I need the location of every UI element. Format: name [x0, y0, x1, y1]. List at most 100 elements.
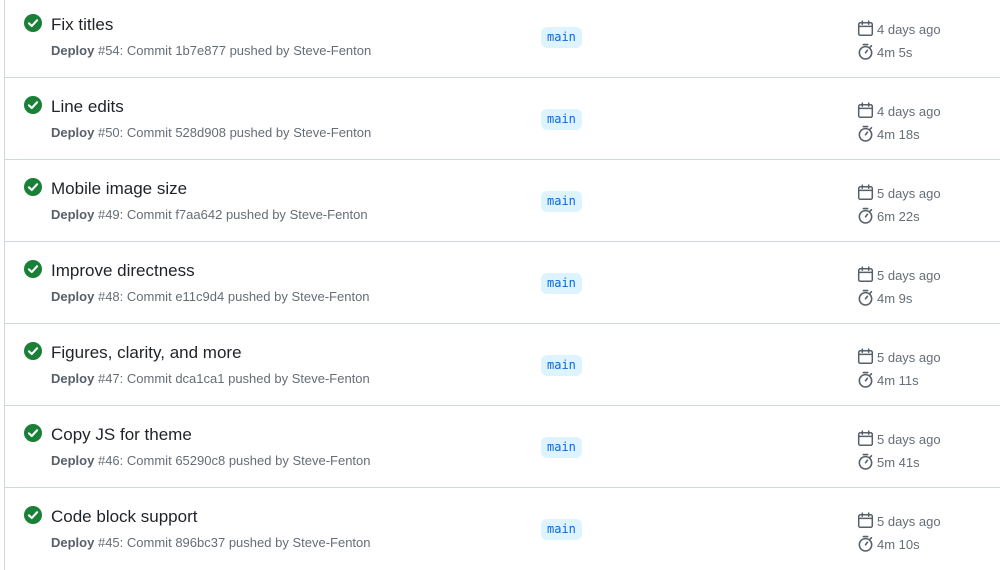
workflow-name: Deploy: [51, 371, 95, 386]
pushed-by-label: pushed by: [227, 289, 288, 304]
run-duration: 4m 10s: [857, 535, 920, 552]
run-duration-text: 4m 10s: [877, 537, 920, 552]
run-title-link[interactable]: Improve directness: [51, 261, 195, 281]
run-number: #47: [97, 371, 120, 386]
stopwatch-icon: [858, 371, 873, 388]
workflow-name: Deploy: [51, 125, 95, 140]
calendar-icon: [857, 512, 874, 529]
branch-badge[interactable]: main: [541, 519, 582, 540]
calendar-icon: [857, 430, 874, 447]
check-circle-fill-icon: [24, 342, 42, 360]
run-title-link[interactable]: Line edits: [51, 97, 124, 117]
run-number: #48: [97, 289, 120, 304]
run-duration: 4m 11s: [857, 371, 919, 388]
run-meta: Deploy #47: Commit dca1ca1 pushed by Ste…: [51, 371, 370, 386]
run-duration-text: 4m 18s: [877, 127, 920, 142]
check-circle-fill-icon: [24, 424, 42, 442]
stopwatch-icon: [858, 207, 873, 224]
calendar-icon: [857, 266, 874, 283]
run-date: 5 days ago: [857, 348, 941, 365]
run-title-link[interactable]: Mobile image size: [51, 179, 187, 199]
workflow-run-row[interactable]: Code block support Deploy #45: Commit 89…: [5, 488, 1000, 570]
run-number: #50: [97, 125, 120, 140]
author-link[interactable]: Steve-Fenton: [292, 453, 370, 468]
author-link[interactable]: Steve-Fenton: [292, 535, 370, 550]
run-date-text: 5 days ago: [877, 432, 941, 447]
author-link[interactable]: Steve-Fenton: [292, 371, 370, 386]
run-title-link[interactable]: Figures, clarity, and more: [51, 343, 242, 363]
pushed-by-label: pushed by: [229, 43, 290, 58]
check-circle-fill-icon: [24, 506, 42, 524]
run-number: #46: [97, 453, 120, 468]
run-date-text: 5 days ago: [877, 186, 941, 201]
run-date-text: 4 days ago: [877, 22, 941, 37]
run-title-link[interactable]: Fix titles: [51, 15, 113, 35]
run-duration-text: 4m 9s: [877, 291, 913, 306]
commit-sha[interactable]: f7aa642: [175, 207, 222, 222]
author-link[interactable]: Steve-Fenton: [291, 289, 369, 304]
run-duration: 4m 9s: [857, 289, 912, 306]
run-date-text: 5 days ago: [877, 514, 941, 529]
workflow-name: Deploy: [51, 43, 95, 58]
branch-badge[interactable]: main: [541, 109, 582, 130]
branch-badge[interactable]: main: [541, 437, 582, 458]
workflow-run-row[interactable]: Figures, clarity, and more Deploy #47: C…: [5, 324, 1000, 406]
pushed-by-label: pushed by: [229, 125, 290, 140]
commit-label: Commit: [126, 43, 172, 58]
workflow-run-row[interactable]: Improve directness Deploy #48: Commit e1…: [5, 242, 1000, 324]
commit-label: Commit: [126, 289, 172, 304]
calendar-icon: [857, 348, 874, 365]
workflow-run-row[interactable]: Line edits Deploy #50: Commit 528d908 pu…: [5, 78, 1000, 160]
run-date: 5 days ago: [857, 512, 941, 529]
commit-sha[interactable]: 65290c8: [175, 453, 225, 468]
workflow-run-row[interactable]: Fix titles Deploy #54: Commit 1b7e877 pu…: [5, 0, 1000, 78]
workflow-run-row[interactable]: Copy JS for theme Deploy #46: Commit 652…: [5, 406, 1000, 488]
commit-sha[interactable]: dca1ca1: [175, 371, 224, 386]
run-meta: Deploy #54: Commit 1b7e877 pushed by Ste…: [51, 43, 372, 58]
commit-label: Commit: [126, 453, 172, 468]
branch-badge[interactable]: main: [541, 27, 582, 48]
run-meta: Deploy #45: Commit 896bc37 pushed by Ste…: [51, 535, 371, 550]
check-circle-fill-icon: [24, 96, 42, 114]
check-circle-fill-icon: [24, 260, 42, 278]
run-date: 5 days ago: [857, 430, 941, 447]
commit-sha[interactable]: 1b7e877: [175, 43, 226, 58]
author-link[interactable]: Steve-Fenton: [290, 207, 368, 222]
branch-badge[interactable]: main: [541, 191, 582, 212]
calendar-icon: [857, 102, 874, 119]
pushed-by-label: pushed by: [228, 371, 289, 386]
workflow-run-row[interactable]: Mobile image size Deploy #49: Commit f7a…: [5, 160, 1000, 242]
check-circle-fill-icon: [24, 178, 42, 196]
run-duration-text: 6m 22s: [877, 209, 920, 224]
run-duration: 4m 18s: [857, 125, 920, 142]
branch-badge[interactable]: main: [541, 273, 582, 294]
run-duration-text: 4m 11s: [877, 373, 919, 388]
commit-sha[interactable]: e11c9d4: [175, 289, 224, 304]
run-duration-text: 4m 5s: [877, 45, 913, 60]
run-title-link[interactable]: Code block support: [51, 507, 197, 527]
run-meta: Deploy #48: Commit e11c9d4 pushed by Ste…: [51, 289, 370, 304]
run-date-text: 5 days ago: [877, 268, 941, 283]
workflow-name: Deploy: [51, 535, 95, 550]
stopwatch-icon: [858, 43, 873, 60]
stopwatch-icon: [858, 289, 873, 306]
commit-label: Commit: [126, 125, 172, 140]
run-date-text: 4 days ago: [877, 104, 941, 119]
stopwatch-icon: [858, 453, 873, 470]
branch-badge[interactable]: main: [541, 355, 582, 376]
commit-label: Commit: [126, 207, 172, 222]
run-number: #49: [97, 207, 120, 222]
pushed-by-label: pushed by: [228, 535, 289, 550]
run-date: 5 days ago: [857, 184, 941, 201]
author-link[interactable]: Steve-Fenton: [293, 43, 371, 58]
commit-sha[interactable]: 528d908: [175, 125, 226, 140]
author-link[interactable]: Steve-Fenton: [293, 125, 371, 140]
run-duration: 5m 41s: [857, 453, 920, 470]
run-title-link[interactable]: Copy JS for theme: [51, 425, 192, 445]
run-meta: Deploy #50: Commit 528d908 pushed by Ste…: [51, 125, 372, 140]
calendar-icon: [857, 20, 874, 37]
commit-label: Commit: [126, 371, 172, 386]
commit-sha[interactable]: 896bc37: [175, 535, 225, 550]
commit-label: Commit: [126, 535, 172, 550]
workflow-name: Deploy: [51, 289, 95, 304]
